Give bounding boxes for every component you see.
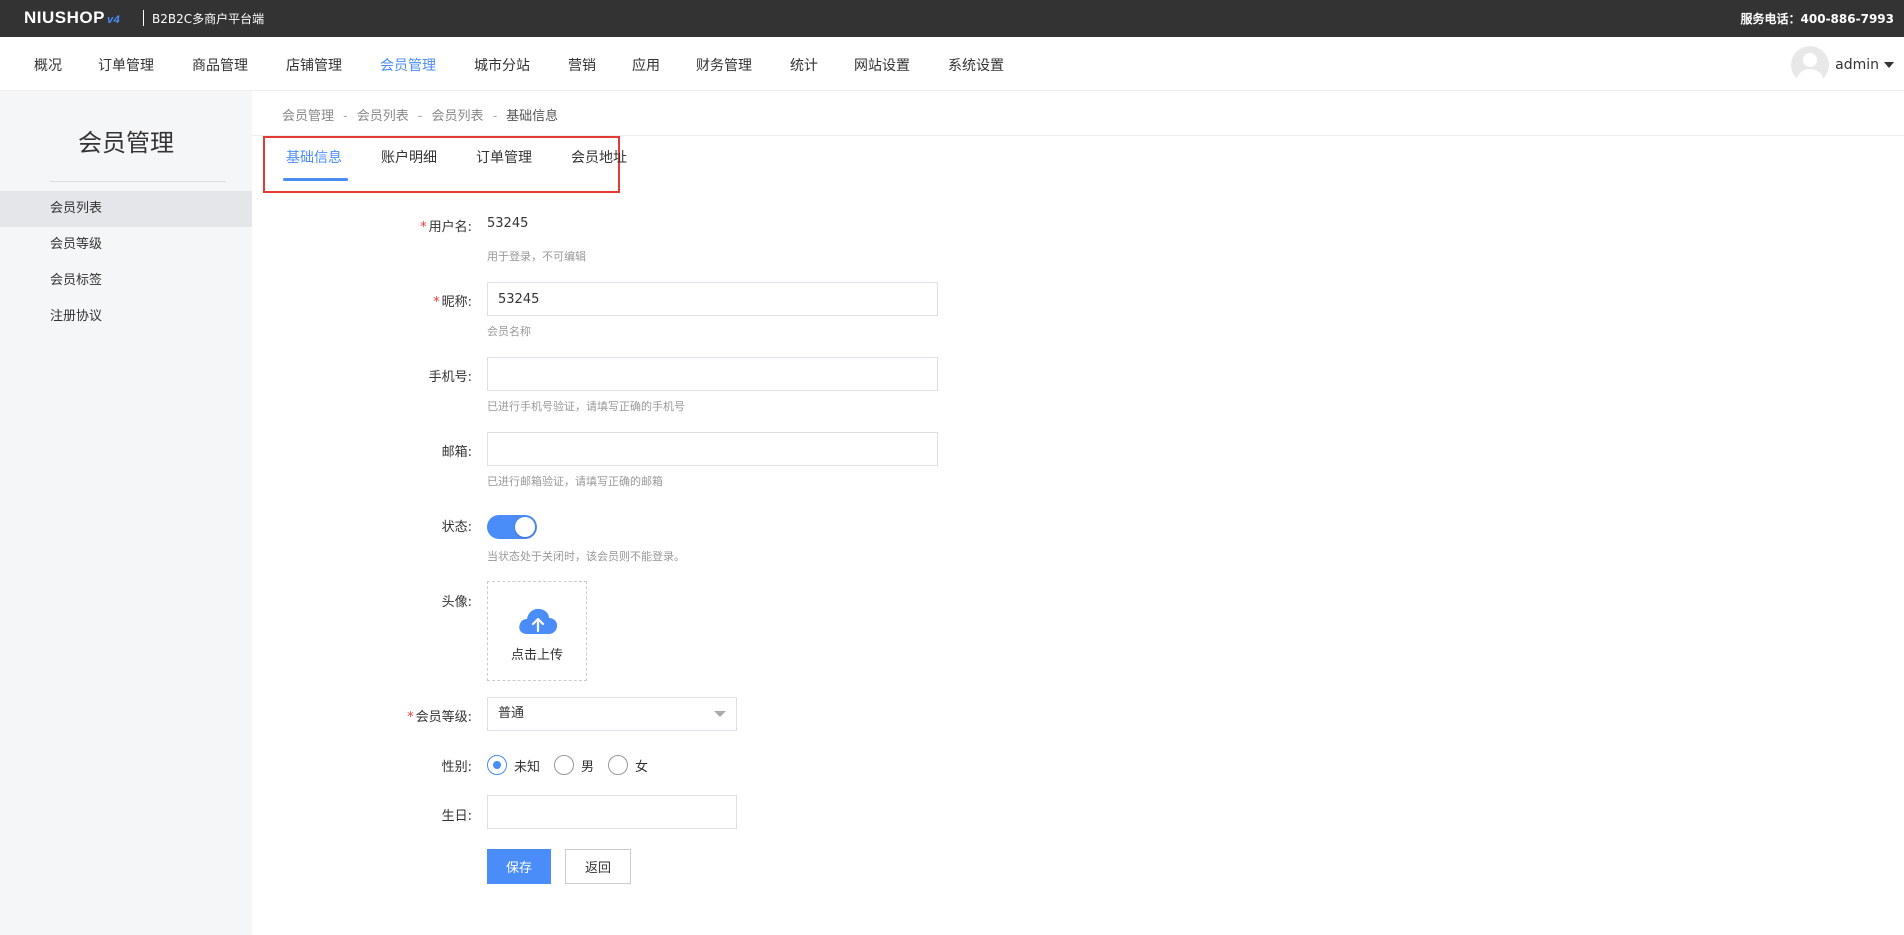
breadcrumb-separator: - bbox=[343, 109, 348, 124]
caret-down-icon bbox=[1884, 62, 1894, 68]
member-level-value: 普通 bbox=[498, 706, 525, 721]
top-bar: NIUSHOP v4 B2B2C多商户平台端 服务电话：400-886-7993 bbox=[0, 0, 1904, 37]
sidebar-title: 会员管理 bbox=[78, 129, 174, 157]
breadcrumb-separator: - bbox=[492, 109, 498, 124]
breadcrumb-current: 基础信息 bbox=[506, 109, 559, 124]
sidebar-item-member-list[interactable]: 会员列表 bbox=[0, 191, 252, 227]
email-input[interactable] bbox=[487, 432, 938, 466]
logo-version: v4 bbox=[106, 14, 121, 26]
brand-logo[interactable]: NIUSHOP v4 bbox=[24, 8, 120, 28]
upload-text: 点击上传 bbox=[510, 648, 563, 663]
nickname-hint: 会员名称 bbox=[487, 325, 531, 338]
gender-radio-unknown[interactable] bbox=[487, 755, 507, 775]
username: admin bbox=[1835, 57, 1879, 73]
nav-item-overview[interactable]: 概况 bbox=[34, 55, 62, 75]
status-hint: 当状态处于关闭时，该会员则不能登录。 bbox=[487, 550, 685, 563]
breadcrumb: 会员管理 - 会员列表 - 会员列表 - 基础信息 bbox=[282, 105, 558, 124]
username-value: 53245 bbox=[487, 216, 529, 231]
email-label: 邮箱: bbox=[441, 445, 472, 460]
status-toggle[interactable] bbox=[487, 515, 537, 539]
member-level-label: * 会员等级: bbox=[407, 710, 472, 725]
member-level-select[interactable]: 普通 bbox=[487, 697, 737, 731]
user-menu[interactable]: admin bbox=[1791, 46, 1894, 84]
nav-item-orders[interactable]: 订单管理 bbox=[98, 55, 154, 75]
sidebar-divider bbox=[50, 181, 226, 182]
birthday-label: 生日: bbox=[441, 809, 472, 824]
tab-active-indicator bbox=[283, 178, 348, 181]
gender-radio-male[interactable] bbox=[554, 755, 575, 775]
gender-option-label[interactable]: 未知 bbox=[514, 756, 540, 775]
nav-item-site-settings[interactable]: 网站设置 bbox=[854, 55, 910, 75]
avatar-label: 头像: bbox=[441, 595, 472, 610]
cloud-upload-icon bbox=[519, 608, 558, 634]
main-nav: 概况 订单管理 商品管理 店铺管理 会员管理 城市分站 营销 应用 财务管理 统… bbox=[0, 37, 1904, 91]
logo-text: NIUSHOP bbox=[24, 8, 105, 27]
nav-item-city-stations[interactable]: 城市分站 bbox=[474, 55, 530, 75]
nav-item-system-settings[interactable]: 系统设置 bbox=[948, 55, 1004, 75]
avatar bbox=[1791, 46, 1830, 84]
username-label: * 用户名: bbox=[420, 220, 472, 235]
breadcrumb-item[interactable]: 会员列表 bbox=[431, 109, 483, 124]
main-content: 会员管理 - 会员列表 - 会员列表 - 基础信息 基础信息 账户明细 订单管理 会员地址 … bbox=[252, 91, 1904, 935]
tab-basic-info[interactable]: 基础信息 bbox=[286, 147, 342, 167]
nav-item-finance[interactable]: 财务管理 bbox=[696, 55, 752, 75]
email-hint: 已进行邮箱验证，请填写正确的邮箱 bbox=[487, 475, 663, 488]
breadcrumb-separator: - bbox=[417, 109, 423, 124]
birthday-input[interactable] bbox=[487, 795, 737, 829]
breadcrumb-item[interactable]: 会员管理 bbox=[282, 109, 334, 124]
sidebar: 会员管理 会员列表 会员等级 会员标签 注册协议 bbox=[0, 91, 252, 935]
sidebar-item-member-tags[interactable]: 会员标签 bbox=[0, 263, 252, 299]
gender-label: 性别: bbox=[441, 760, 472, 775]
required-mark: * bbox=[420, 220, 427, 235]
toggle-knob bbox=[515, 517, 535, 537]
mobile-label: 手机号: bbox=[428, 370, 472, 385]
gender-radio-female[interactable] bbox=[608, 755, 629, 775]
back-button[interactable]: 返回 bbox=[565, 849, 631, 884]
nickname-input[interactable] bbox=[487, 282, 938, 316]
save-button[interactable]: 保存 bbox=[487, 849, 551, 884]
gender-radio-group: 未知 男 女 bbox=[487, 754, 662, 776]
gender-option-label[interactable]: 男 bbox=[581, 756, 594, 775]
sidebar-item-register-agreement[interactable]: 注册协议 bbox=[0, 299, 252, 335]
nickname-label: * 昵称: bbox=[433, 295, 472, 310]
mobile-input[interactable] bbox=[487, 357, 938, 391]
nav-item-stats[interactable]: 统计 bbox=[790, 55, 818, 75]
nav-item-apps[interactable]: 应用 bbox=[632, 55, 660, 75]
nav-item-members[interactable]: 会员管理 bbox=[380, 55, 436, 75]
username-hint: 用于登录，不可编辑 bbox=[487, 250, 586, 263]
chevron-down-icon bbox=[714, 711, 726, 717]
service-hotline: 服务电话：400-886-7993 bbox=[1740, 12, 1894, 26]
tab-account-details[interactable]: 账户明细 bbox=[381, 147, 437, 167]
brand-subtitle: B2B2C多商户平台端 bbox=[152, 12, 265, 26]
tab-member-address[interactable]: 会员地址 bbox=[571, 147, 627, 167]
mobile-hint: 已进行手机号验证，请填写正确的手机号 bbox=[487, 400, 685, 413]
sidebar-item-member-levels[interactable]: 会员等级 bbox=[0, 227, 252, 263]
nav-item-goods[interactable]: 商品管理 bbox=[192, 55, 248, 75]
required-mark: * bbox=[433, 295, 440, 310]
avatar-upload[interactable]: 点击上传 bbox=[487, 581, 587, 681]
status-label: 状态: bbox=[441, 520, 472, 535]
logo-divider bbox=[143, 10, 144, 26]
gender-option-label[interactable]: 女 bbox=[635, 756, 648, 775]
tab-orders[interactable]: 订单管理 bbox=[476, 147, 532, 167]
nav-item-shops[interactable]: 店铺管理 bbox=[286, 55, 342, 75]
breadcrumb-item[interactable]: 会员列表 bbox=[357, 109, 409, 124]
required-mark: * bbox=[407, 710, 414, 725]
nav-item-marketing[interactable]: 营销 bbox=[568, 55, 596, 75]
